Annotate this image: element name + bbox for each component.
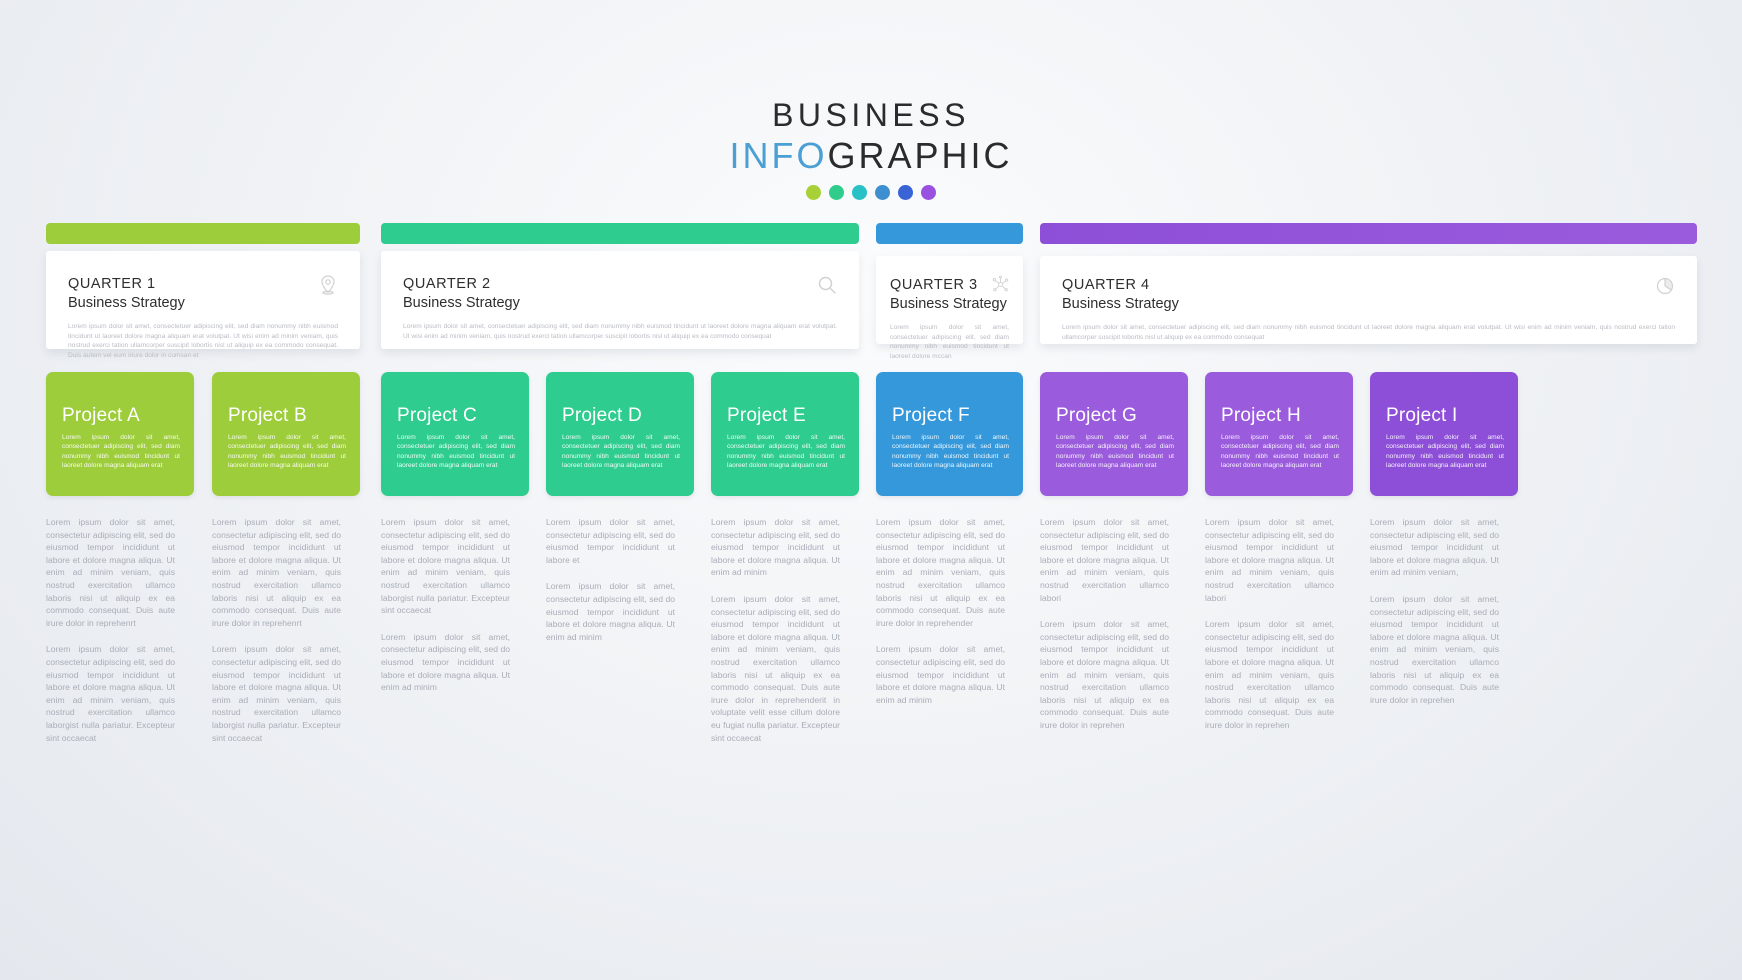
- quarter-body-3: Lorem ipsum dolor sit amet, consectetuer…: [890, 324, 1009, 360]
- text-column-a: Lorem ipsum dolor sit amet, consectetur …: [46, 516, 175, 744]
- project-body-b: Lorem ipsum dolor sit amet, consectetuer…: [228, 434, 346, 470]
- text-column-e-p2: Lorem ipsum dolor sit amet, consectetur …: [711, 593, 840, 743]
- project-body-a: Lorem ipsum dolor sit amet, consectetuer…: [62, 434, 180, 470]
- quarter-bar-1: [46, 223, 360, 244]
- text-column-e-p1: Lorem ipsum dolor sit amet, consectetur …: [711, 517, 840, 578]
- quarter-bar-2: [381, 223, 859, 244]
- quarter-subtitle-1: Business Strategy: [68, 295, 185, 311]
- title-dot-5: [898, 185, 913, 200]
- project-title-c: Project C: [397, 405, 477, 426]
- text-column-d: Lorem ipsum dolor sit amet, consectetur …: [546, 516, 675, 643]
- project-title-i: Project I: [1386, 405, 1458, 426]
- project-card-d[interactable]: Project D Lorem ipsum dolor sit amet, co…: [546, 372, 694, 496]
- text-column-f-p2: Lorem ipsum dolor sit amet, consectetur …: [876, 644, 1005, 705]
- text-column-g-p1: Lorem ipsum dolor sit amet, consectetur …: [1040, 517, 1169, 603]
- text-column-h: Lorem ipsum dolor sit amet, consectetur …: [1205, 516, 1334, 732]
- project-card-g[interactable]: Project G Lorem ipsum dolor sit amet, co…: [1040, 372, 1188, 496]
- page-title-secondary: INFOGRAPHIC: [0, 134, 1742, 178]
- quarter-card-1[interactable]: QUARTER 1 Business Strategy Lorem ipsum …: [46, 251, 360, 359]
- title-dot-2: [829, 185, 844, 200]
- text-column-d-p2: Lorem ipsum dolor sit amet, consectetur …: [546, 581, 675, 642]
- project-title-f: Project F: [892, 405, 970, 426]
- quarter-title-2: QUARTER 2: [403, 276, 491, 292]
- project-card-c[interactable]: Project C Lorem ipsum dolor sit amet, co…: [381, 372, 529, 496]
- quarter-body-2: Lorem ipsum dolor sit amet, consectetuer…: [403, 323, 837, 340]
- text-column-c-p1: Lorem ipsum dolor sit amet, consectetur …: [381, 517, 510, 616]
- project-body-d: Lorem ipsum dolor sit amet, consectetuer…: [562, 434, 680, 470]
- title-dot-6: [921, 185, 936, 200]
- network-nodes-icon: [990, 274, 1011, 295]
- quarter-card-4[interactable]: QUARTER 4 Business Strategy Lorem ipsum …: [1040, 256, 1697, 344]
- project-body-e: Lorem ipsum dolor sit amet, consectetuer…: [727, 434, 845, 470]
- text-column-f-p1: Lorem ipsum dolor sit amet, consectetur …: [876, 517, 1005, 628]
- quarter-bar-3: [876, 223, 1023, 244]
- quarter-subtitle-2: Business Strategy: [403, 295, 520, 311]
- text-column-a-p1: Lorem ipsum dolor sit amet, consectetur …: [46, 517, 175, 628]
- title-dot-3: [852, 185, 867, 200]
- quarter-body-1: Lorem ipsum dolor sit amet, consectetuer…: [68, 323, 338, 359]
- text-column-b: Lorem ipsum dolor sit amet, consectetur …: [212, 516, 341, 744]
- text-column-h-p2: Lorem ipsum dolor sit amet, consectetur …: [1205, 619, 1334, 730]
- project-body-f: Lorem ipsum dolor sit amet, consectetuer…: [892, 434, 1009, 470]
- title-dot-row: [0, 185, 1742, 200]
- project-body-g: Lorem ipsum dolor sit amet, consectetuer…: [1056, 434, 1174, 470]
- project-title-a: Project A: [62, 405, 140, 426]
- quarter-title-4: QUARTER 4: [1062, 277, 1150, 293]
- project-body-h: Lorem ipsum dolor sit amet, consectetuer…: [1221, 434, 1339, 470]
- project-title-b: Project B: [228, 405, 307, 426]
- project-card-h[interactable]: Project H Lorem ipsum dolor sit amet, co…: [1205, 372, 1353, 496]
- text-column-c: Lorem ipsum dolor sit amet, consectetur …: [381, 516, 510, 694]
- project-card-f[interactable]: Project F Lorem ipsum dolor sit amet, co…: [876, 372, 1023, 496]
- text-column-g-p2: Lorem ipsum dolor sit amet, consectetur …: [1040, 619, 1169, 730]
- search-icon: [815, 273, 839, 297]
- project-card-i[interactable]: Project I Lorem ipsum dolor sit amet, co…: [1370, 372, 1518, 496]
- text-column-g: Lorem ipsum dolor sit amet, consectetur …: [1040, 516, 1169, 732]
- quarter-bar-4: [1040, 223, 1697, 244]
- text-column-c-p2: Lorem ipsum dolor sit amet, consectetur …: [381, 631, 510, 693]
- text-column-a-p2: Lorem ipsum dolor sit amet, consectetur …: [46, 644, 175, 743]
- quarter-subtitle-3: Business Strategy: [890, 296, 1007, 312]
- title-dot-4: [875, 185, 890, 200]
- project-title-d: Project D: [562, 405, 642, 426]
- text-column-b-p1: Lorem ipsum dolor sit amet, consectetur …: [212, 517, 341, 628]
- quarter-title-1: QUARTER 1: [68, 276, 156, 292]
- quarter-body-4: Lorem ipsum dolor sit amet, consectetuer…: [1062, 324, 1675, 341]
- page-title-accent: INFO: [729, 135, 828, 176]
- text-column-e: Lorem ipsum dolor sit amet, consectetur …: [711, 516, 840, 744]
- project-title-e: Project E: [727, 405, 806, 426]
- text-column-h-p1: Lorem ipsum dolor sit amet, consectetur …: [1205, 517, 1334, 603]
- location-pin-icon: [316, 273, 340, 297]
- text-column-i-p2: Lorem ipsum dolor sit amet, consectetur …: [1370, 593, 1499, 705]
- text-column-b-p2: Lorem ipsum dolor sit amet, consectetur …: [212, 644, 341, 743]
- project-card-b[interactable]: Project B Lorem ipsum dolor sit amet, co…: [212, 372, 360, 496]
- project-card-e[interactable]: Project E Lorem ipsum dolor sit amet, co…: [711, 372, 859, 496]
- text-column-i: Lorem ipsum dolor sit amet, consectetur …: [1370, 516, 1499, 706]
- text-column-d-p1: Lorem ipsum dolor sit amet, consectetur …: [546, 517, 675, 565]
- page-title-rest: GRAPHIC: [827, 135, 1013, 176]
- quarter-subtitle-4: Business Strategy: [1062, 296, 1179, 312]
- quarter-card-3[interactable]: QUARTER 3 Business Strategy Lorem ipsum …: [876, 256, 1023, 360]
- quarter-card-2[interactable]: QUARTER 2 Business Strategy Lorem ipsum …: [381, 251, 859, 349]
- text-column-i-p1: Lorem ipsum dolor sit amet, consectetur …: [1370, 517, 1499, 578]
- project-card-a[interactable]: Project A Lorem ipsum dolor sit amet, co…: [46, 372, 194, 496]
- project-title-g: Project G: [1056, 405, 1137, 426]
- text-column-f: Lorem ipsum dolor sit amet, consectetur …: [876, 516, 1005, 706]
- project-body-i: Lorem ipsum dolor sit amet, consectetuer…: [1386, 434, 1504, 470]
- page-title-primary: BUSINESS: [772, 97, 970, 133]
- title-dot-1: [806, 185, 821, 200]
- project-title-h: Project H: [1221, 405, 1301, 426]
- page-title-block: BUSINESS INFOGRAPHIC: [0, 96, 1742, 200]
- pie-chart-icon: [1653, 274, 1677, 298]
- project-body-c: Lorem ipsum dolor sit amet, consectetuer…: [397, 434, 515, 470]
